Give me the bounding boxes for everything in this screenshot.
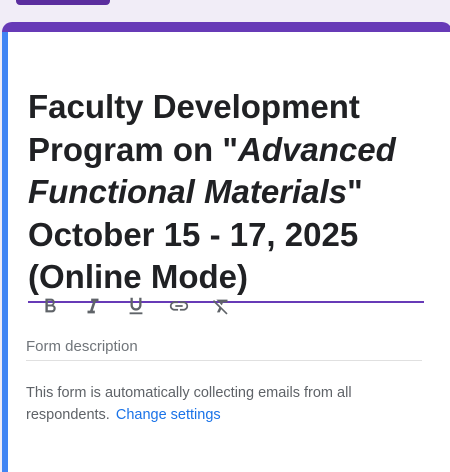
top-strip: [0, 0, 450, 8]
active-tab-indicator: [16, 0, 110, 5]
link-button[interactable]: [167, 294, 191, 318]
title-line-3-italic: Functional Materials: [28, 173, 348, 210]
formatting-toolbar: [38, 294, 253, 318]
italic-button[interactable]: [81, 294, 105, 318]
change-settings-link[interactable]: Change settings: [116, 407, 221, 423]
card-accent-bar: [2, 22, 450, 32]
form-description-field[interactable]: Form description: [26, 338, 422, 355]
title-line-4: October 15 - 17, 2025: [28, 215, 359, 253]
underline-icon: [129, 297, 143, 315]
email-collection-notice: This form is automatically collecting em…: [26, 382, 426, 426]
description-underline: [26, 360, 422, 361]
title-line-2-prefix: Program on ": [28, 130, 239, 168]
title-line-2-italic: Advanced: [238, 130, 396, 168]
italic-icon: [87, 298, 99, 314]
title-line-1: Faculty Development: [28, 88, 360, 125]
underline-button[interactable]: [124, 294, 148, 318]
link-icon: [169, 301, 189, 311]
clear-formatting-icon: [212, 299, 228, 315]
bold-icon: [45, 298, 56, 313]
card-focus-bar: [2, 32, 8, 472]
bold-button[interactable]: [38, 294, 62, 318]
clear-formatting-button[interactable]: [210, 294, 234, 318]
title-line-3-suffix: ": [347, 173, 363, 210]
form-title[interactable]: Faculty Development Program on "Advanced…: [28, 86, 428, 299]
title-line-5: (Online Mode): [28, 258, 248, 295]
